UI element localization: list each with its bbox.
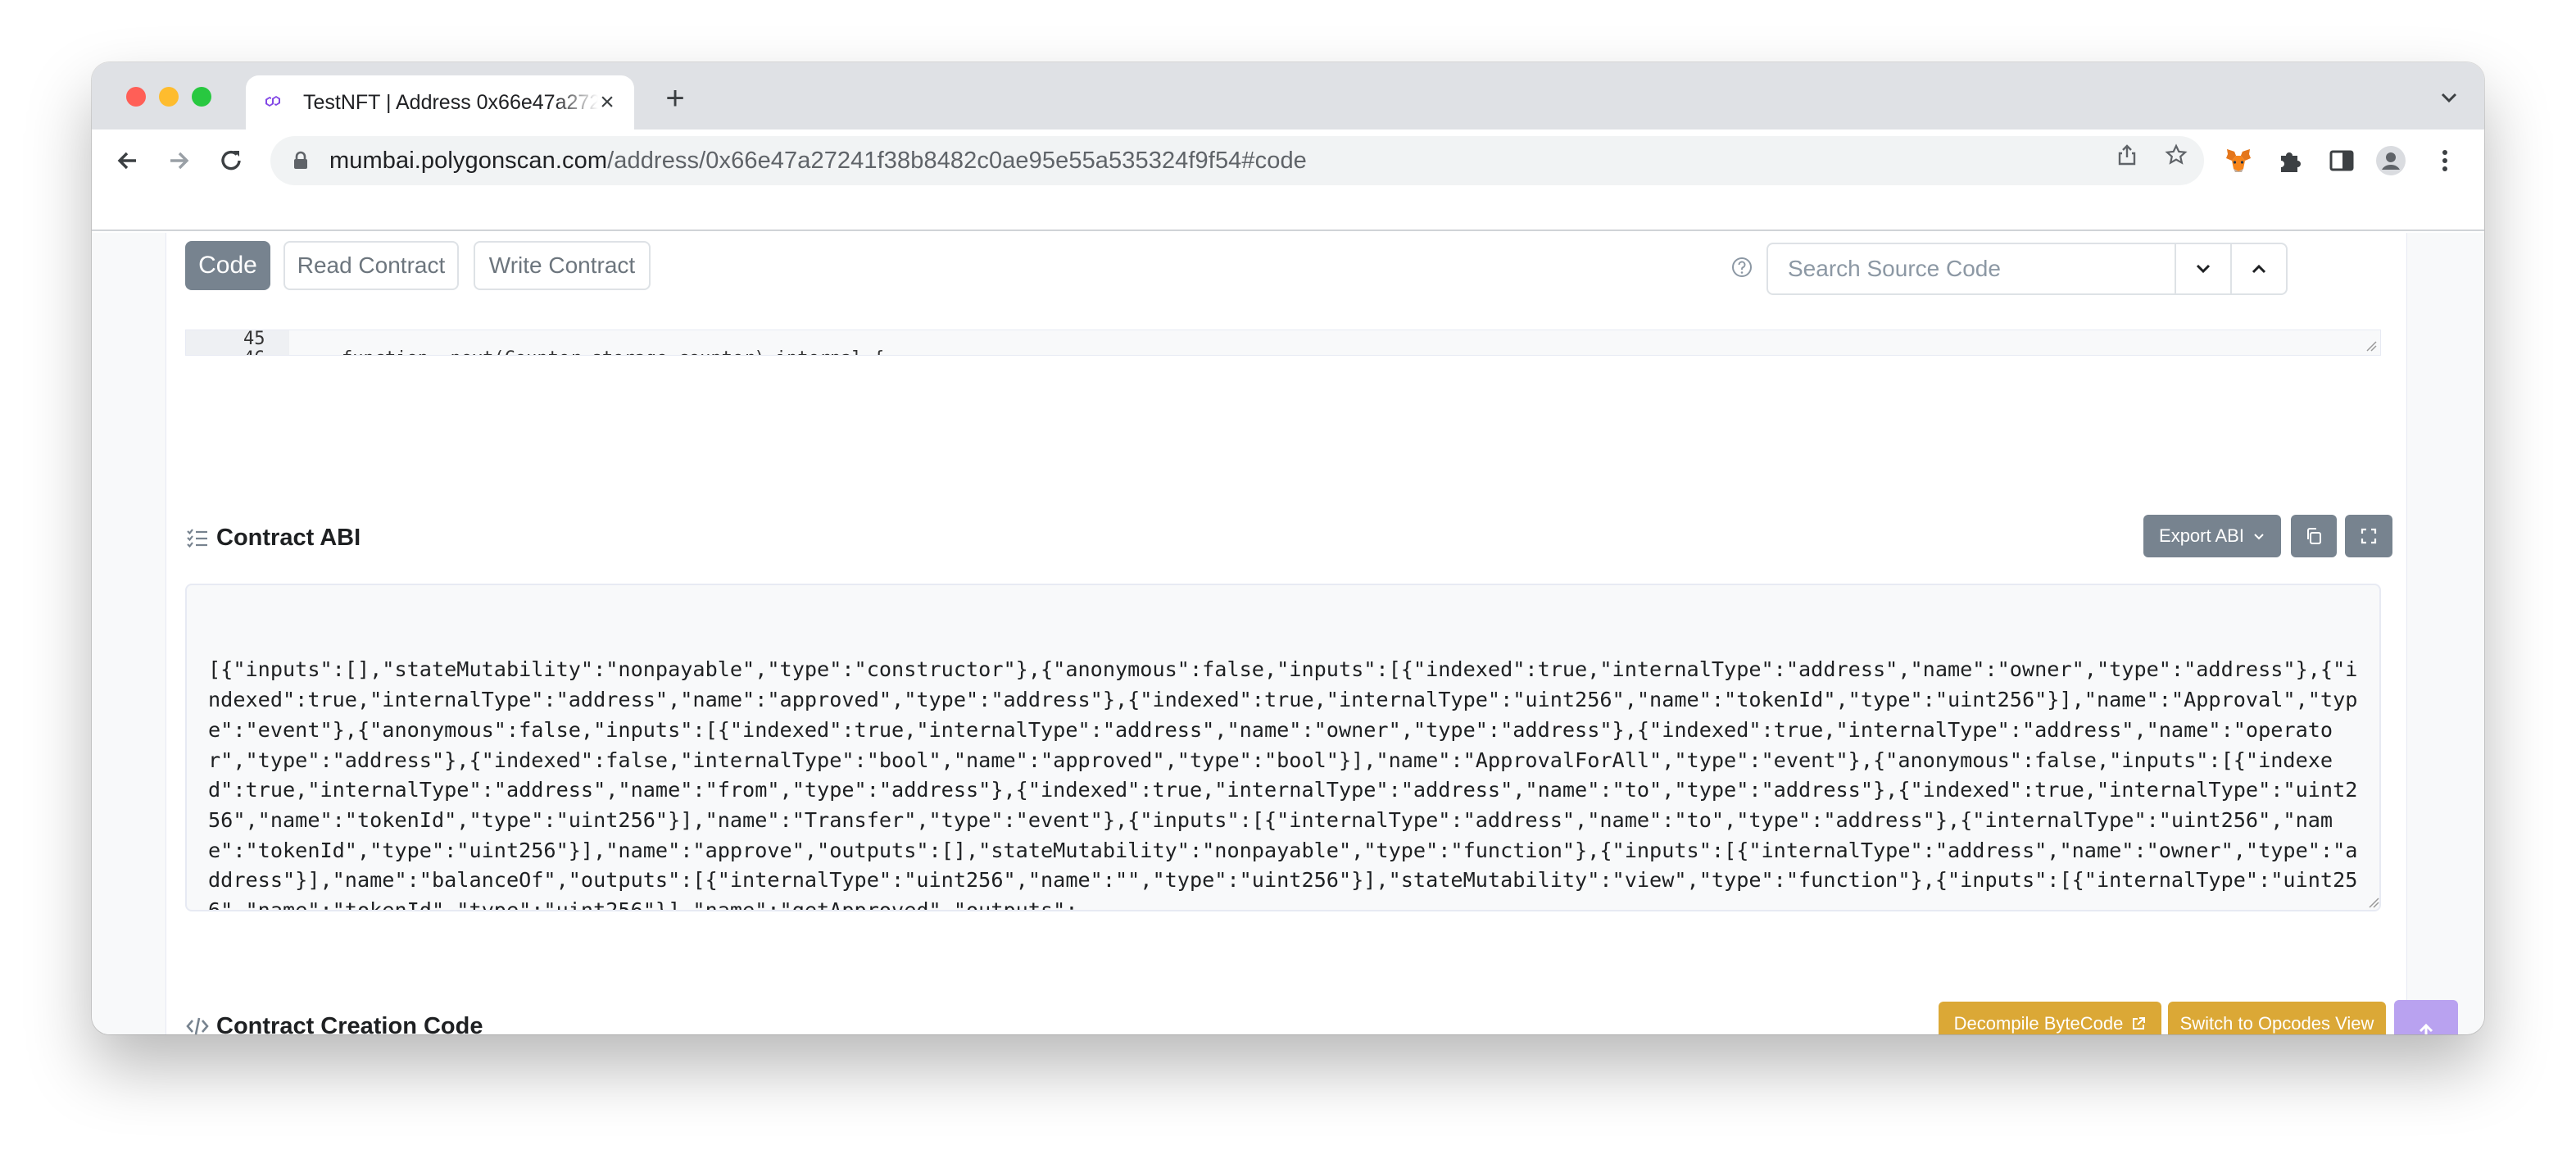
line-number: 46 xyxy=(243,348,265,355)
close-tab-icon[interactable]: × xyxy=(593,89,621,116)
code-line: function _next(Counter storage counter) … xyxy=(342,348,884,355)
address-bar[interactable]: mumbai.polygonscan.com/address/0x66e47a2… xyxy=(270,136,2204,185)
tab-title: TestNFT | Address 0x66e47a27241f38b8482c… xyxy=(303,90,598,114)
code-icon xyxy=(186,1017,209,1034)
contract-abi-title: Contract ABI xyxy=(216,524,361,551)
puzzle-icon[interactable] xyxy=(2274,144,2307,177)
copy-icon xyxy=(2307,528,2321,544)
contract-abi-textarea[interactable]: [{"inputs":[],"stateMutability":"nonpaya… xyxy=(185,584,2381,911)
star-icon[interactable] xyxy=(2165,143,2188,166)
back-icon[interactable] xyxy=(111,144,144,177)
zoom-window-button[interactable] xyxy=(192,87,211,107)
tab-bar: TestNFT | Address 0x66e47a27241f38b8482c… xyxy=(92,62,2484,130)
chevron-down-icon xyxy=(2254,534,2264,540)
kebab-menu-icon[interactable] xyxy=(2429,144,2461,177)
forward-icon[interactable] xyxy=(162,144,195,177)
reload-icon[interactable] xyxy=(215,144,247,177)
search-next-button[interactable] xyxy=(2175,244,2230,293)
share-icon[interactable] xyxy=(2116,143,2138,166)
export-abi-label: Export ABI xyxy=(2159,525,2244,546)
new-tab-button[interactable]: + xyxy=(657,80,693,116)
chevron-up-icon xyxy=(2252,264,2266,274)
decompile-bytecode-button[interactable]: Decompile ByteCode xyxy=(1939,1002,2161,1034)
contract-creation-code-title: Contract Creation Code xyxy=(216,1012,483,1035)
chevron-down-icon xyxy=(2196,264,2211,274)
search-source-code xyxy=(1766,243,2288,295)
profile-icon[interactable] xyxy=(2374,144,2407,177)
tab-read-contract[interactable]: Read Contract xyxy=(283,241,459,290)
chevron-down-icon[interactable] xyxy=(2437,85,2461,110)
search-input[interactable] xyxy=(1768,244,2175,293)
line-number: 45 xyxy=(243,330,265,349)
help-circle-icon[interactable] xyxy=(1730,256,1753,279)
page-content: Code Read Contract Write Contract Search… xyxy=(92,233,2484,1034)
bookmark-bar xyxy=(92,192,2484,231)
abi-json-text: [{"inputs":[],"stateMutability":"nonpaya… xyxy=(208,657,2358,911)
polygon-favicon-icon xyxy=(265,96,280,107)
arrow-up-icon xyxy=(2419,1023,2433,1034)
url-text: mumbai.polygonscan.com/address/0x66e47a2… xyxy=(329,147,1307,174)
browser-toolbar: mumbai.polygonscan.com/address/0x66e47a2… xyxy=(92,130,2484,192)
metamask-icon[interactable] xyxy=(2222,144,2255,177)
browser-window: TestNFT | Address 0x66e47a27241f38b8482c… xyxy=(92,62,2484,1034)
sidepanel-icon[interactable] xyxy=(2325,144,2358,177)
decompile-bytecode-label: Decompile ByteCode xyxy=(1953,1013,2124,1034)
export-abi-button[interactable]: Export ABI xyxy=(2143,515,2281,557)
external-link-icon xyxy=(2133,1017,2146,1029)
minimize-window-button[interactable] xyxy=(159,87,179,107)
lock-icon[interactable] xyxy=(290,150,311,171)
scroll-to-top-button[interactable] xyxy=(2394,1000,2458,1034)
tab-code[interactable]: Code xyxy=(185,241,270,290)
expand-icon xyxy=(2361,528,2377,544)
copy-abi-button[interactable] xyxy=(2291,515,2337,557)
browser-tab[interactable]: TestNFT | Address 0x66e47a27241f38b8482c… xyxy=(246,75,634,130)
switch-to-opcodes-button[interactable]: Switch to Opcodes View xyxy=(2168,1002,2386,1034)
contract-creation-code-heading: Contract Creation Code xyxy=(185,1010,483,1034)
fullscreen-abi-button[interactable] xyxy=(2345,515,2392,557)
source-code-editor[interactable]: 45 46 function _next(Counter storage cou… xyxy=(185,330,2381,356)
resize-grip-icon[interactable] xyxy=(2365,340,2377,352)
resize-grip-icon[interactable] xyxy=(2368,897,2379,908)
search-prev-button[interactable] xyxy=(2230,244,2286,293)
tab-write-contract[interactable]: Write Contract xyxy=(474,241,651,290)
list-check-icon xyxy=(187,529,207,548)
line-number-gutter xyxy=(186,330,289,355)
close-window-button[interactable] xyxy=(126,87,146,107)
contract-abi-heading: Contract ABI xyxy=(185,521,361,554)
